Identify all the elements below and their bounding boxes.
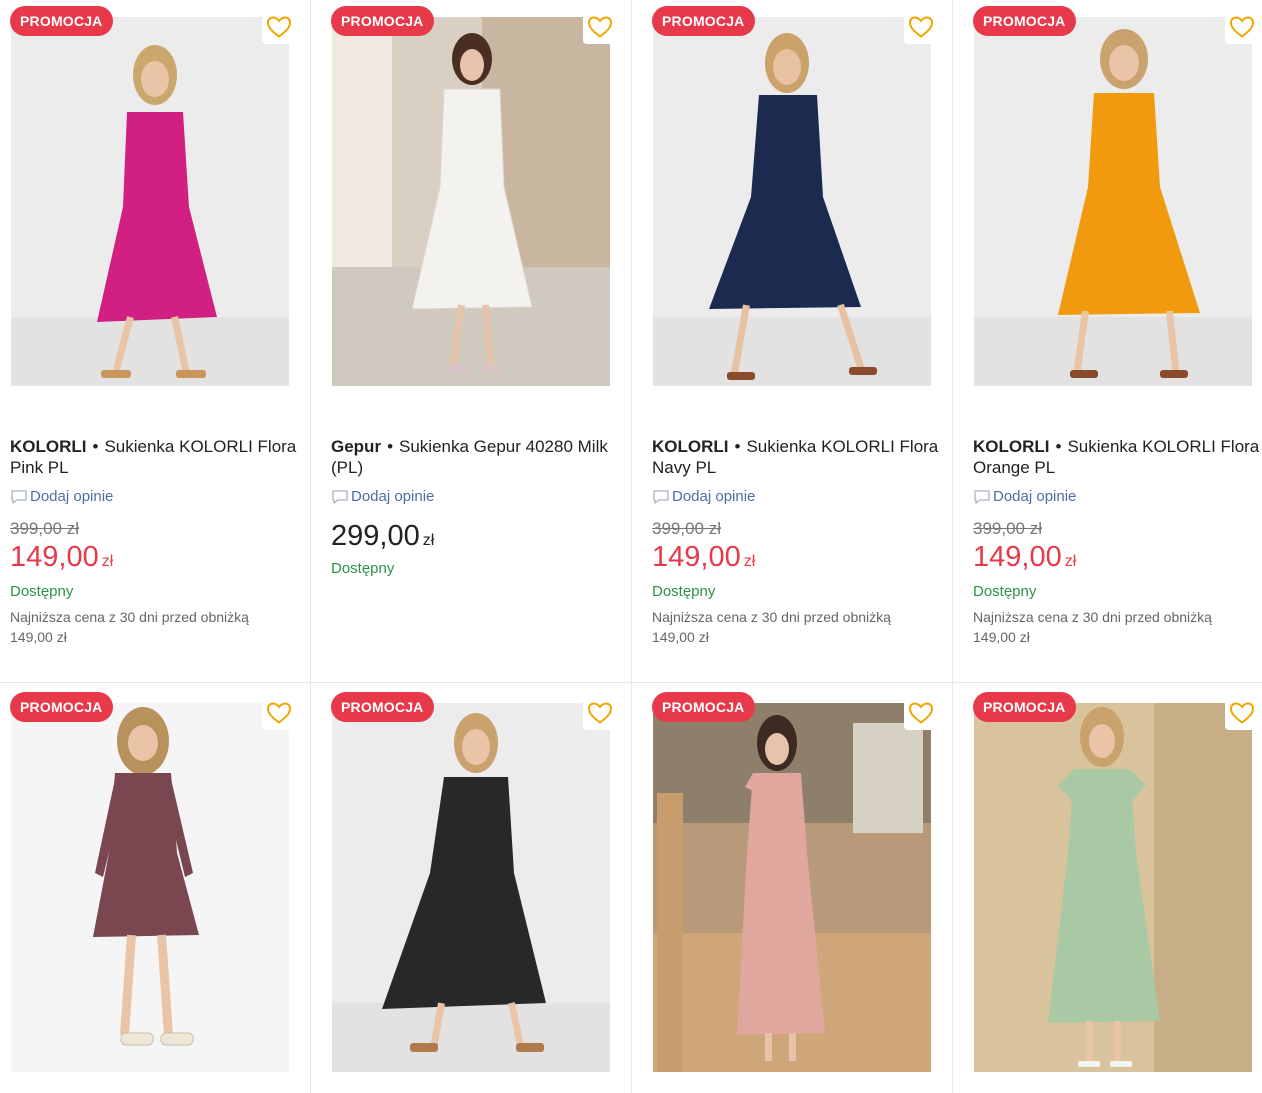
- brand-name: KOLORLI: [10, 437, 87, 456]
- add-review-label: Dodaj opinie: [30, 488, 114, 505]
- product-row: PROMOCJA PROMOCJA PROMOCJA PROMOCJA: [0, 683, 1262, 1093]
- price-value: 149,00: [652, 541, 741, 573]
- lowest-price-note: Najniższa cena z 30 dni przed obniżką 149…: [652, 607, 942, 647]
- favorite-button[interactable]: [583, 696, 617, 730]
- promo-badge: PROMOCJA: [10, 692, 113, 722]
- favorite-button[interactable]: [1225, 10, 1259, 44]
- product-title[interactable]: Gepur • Sukienka Gepur 40280 Milk (PL): [331, 436, 621, 478]
- price-currency: zł: [1064, 553, 1077, 570]
- product-row: PROMOCJA KOLORLI • Sukienka KOLORLI Flora: [0, 0, 1262, 683]
- lowest-price-note: Najniższa cena z 30 dni przed obniżką 149…: [10, 607, 300, 647]
- promo-badge: PROMOCJA: [973, 692, 1076, 722]
- lowest-price-value: 149,00 zł: [652, 629, 709, 645]
- lowest-price-label: Najniższa cena z 30 dni przed obniżką: [10, 609, 249, 625]
- favorite-button[interactable]: [262, 10, 296, 44]
- add-review-label: Dodaj opinie: [351, 488, 435, 505]
- product-title[interactable]: KOLORLI • Sukienka KOLORLI Flora Orange PL: [973, 436, 1262, 478]
- old-price: 399,00 zł: [973, 519, 1042, 538]
- price-value: 149,00: [10, 541, 99, 573]
- product-card[interactable]: PROMOCJA: [321, 683, 642, 1093]
- lowest-price-label: Najniższa cena z 30 dni przed obniżką: [652, 609, 891, 625]
- promo-badge: PROMOCJA: [10, 6, 113, 36]
- add-review-link[interactable]: Dodaj opinie: [973, 488, 1076, 505]
- comment-icon: [653, 489, 669, 504]
- comment-icon: [974, 489, 990, 504]
- availability-status: Dostępny: [331, 560, 395, 577]
- product-image[interactable]: [332, 703, 610, 1072]
- old-price: 399,00 zł: [10, 519, 79, 538]
- product-image[interactable]: [11, 17, 289, 386]
- add-review-label: Dodaj opinie: [993, 488, 1077, 505]
- heart-icon: [266, 16, 292, 38]
- product-card[interactable]: PROMOCJA Gepur • Sukienka Gepur 40280 Mi…: [321, 0, 642, 682]
- product-image[interactable]: [974, 17, 1252, 386]
- heart-icon: [587, 16, 613, 38]
- product-grid: PROMOCJA KOLORLI • Sukienka KOLORLI Flora: [0, 0, 1262, 1093]
- availability-status: Dostępny: [10, 583, 74, 600]
- promo-badge: PROMOCJA: [331, 692, 434, 722]
- lowest-price-value: 149,00 zł: [10, 629, 67, 645]
- sale-price: 149,00 zł: [652, 541, 755, 574]
- heart-icon: [1229, 702, 1255, 724]
- brand-name: KOLORLI: [973, 437, 1050, 456]
- price-value: 149,00: [973, 541, 1062, 573]
- product-card[interactable]: PROMOCJA KOLORLI • Sukienka KOLORLI Flora: [0, 0, 321, 682]
- add-review-link[interactable]: Dodaj opinie: [331, 488, 434, 505]
- comment-icon: [11, 489, 27, 504]
- heart-icon: [1229, 16, 1255, 38]
- product-card[interactable]: PROMOCJA KOLORLI • Sukienka KOLORLI Flora: [963, 0, 1262, 682]
- availability-status: Dostępny: [973, 583, 1037, 600]
- product-card[interactable]: PROMOCJA: [642, 683, 963, 1093]
- separator: •: [1055, 437, 1062, 456]
- promo-badge: PROMOCJA: [652, 692, 755, 722]
- sale-price: 149,00 zł: [10, 541, 113, 574]
- lowest-price-value: 149,00 zł: [973, 629, 1030, 645]
- favorite-button[interactable]: [262, 696, 296, 730]
- separator: •: [92, 437, 99, 456]
- product-card[interactable]: PROMOCJA: [963, 683, 1262, 1093]
- promo-badge: PROMOCJA: [331, 6, 434, 36]
- lowest-price-note: Najniższa cena z 30 dni przed obniżką 149…: [973, 607, 1262, 647]
- product-title[interactable]: KOLORLI • Sukienka KOLORLI Flora Navy PL: [652, 436, 942, 478]
- heart-icon: [587, 702, 613, 724]
- product-title[interactable]: KOLORLI • Sukienka KOLORLI Flora Pink PL: [10, 436, 300, 478]
- brand-name: KOLORLI: [652, 437, 729, 456]
- favorite-button[interactable]: [904, 696, 938, 730]
- favorite-button[interactable]: [583, 10, 617, 44]
- price-currency: zł: [743, 553, 756, 570]
- brand-name: Gepur: [331, 437, 382, 456]
- sale-price: 149,00 zł: [973, 541, 1076, 574]
- heart-icon: [266, 702, 292, 724]
- favorite-button[interactable]: [1225, 696, 1259, 730]
- promo-badge: PROMOCJA: [973, 6, 1076, 36]
- lowest-price-label: Najniższa cena z 30 dni przed obniżką: [973, 609, 1212, 625]
- comment-icon: [332, 489, 348, 504]
- product-image[interactable]: [974, 703, 1252, 1072]
- favorite-button[interactable]: [904, 10, 938, 44]
- product-image[interactable]: [653, 703, 931, 1072]
- price-currency: zł: [101, 553, 114, 570]
- product-image[interactable]: [653, 17, 931, 386]
- product-card[interactable]: PROMOCJA KOLORLI • Sukienka KOLORLI Flora: [642, 0, 963, 682]
- add-review-link[interactable]: Dodaj opinie: [10, 488, 113, 505]
- price: 299,00 zł: [331, 520, 434, 553]
- add-review-label: Dodaj opinie: [672, 488, 756, 505]
- promo-badge: PROMOCJA: [652, 6, 755, 36]
- price-value: 299,00: [331, 520, 420, 552]
- product-image[interactable]: [11, 703, 289, 1072]
- add-review-link[interactable]: Dodaj opinie: [652, 488, 755, 505]
- product-card[interactable]: PROMOCJA: [0, 683, 321, 1093]
- availability-status: Dostępny: [652, 583, 716, 600]
- heart-icon: [908, 702, 934, 724]
- old-price: 399,00 zł: [652, 519, 721, 538]
- separator: •: [387, 437, 394, 456]
- heart-icon: [908, 16, 934, 38]
- price-currency: zł: [422, 532, 435, 549]
- product-image[interactable]: [332, 17, 610, 386]
- separator: •: [734, 437, 741, 456]
